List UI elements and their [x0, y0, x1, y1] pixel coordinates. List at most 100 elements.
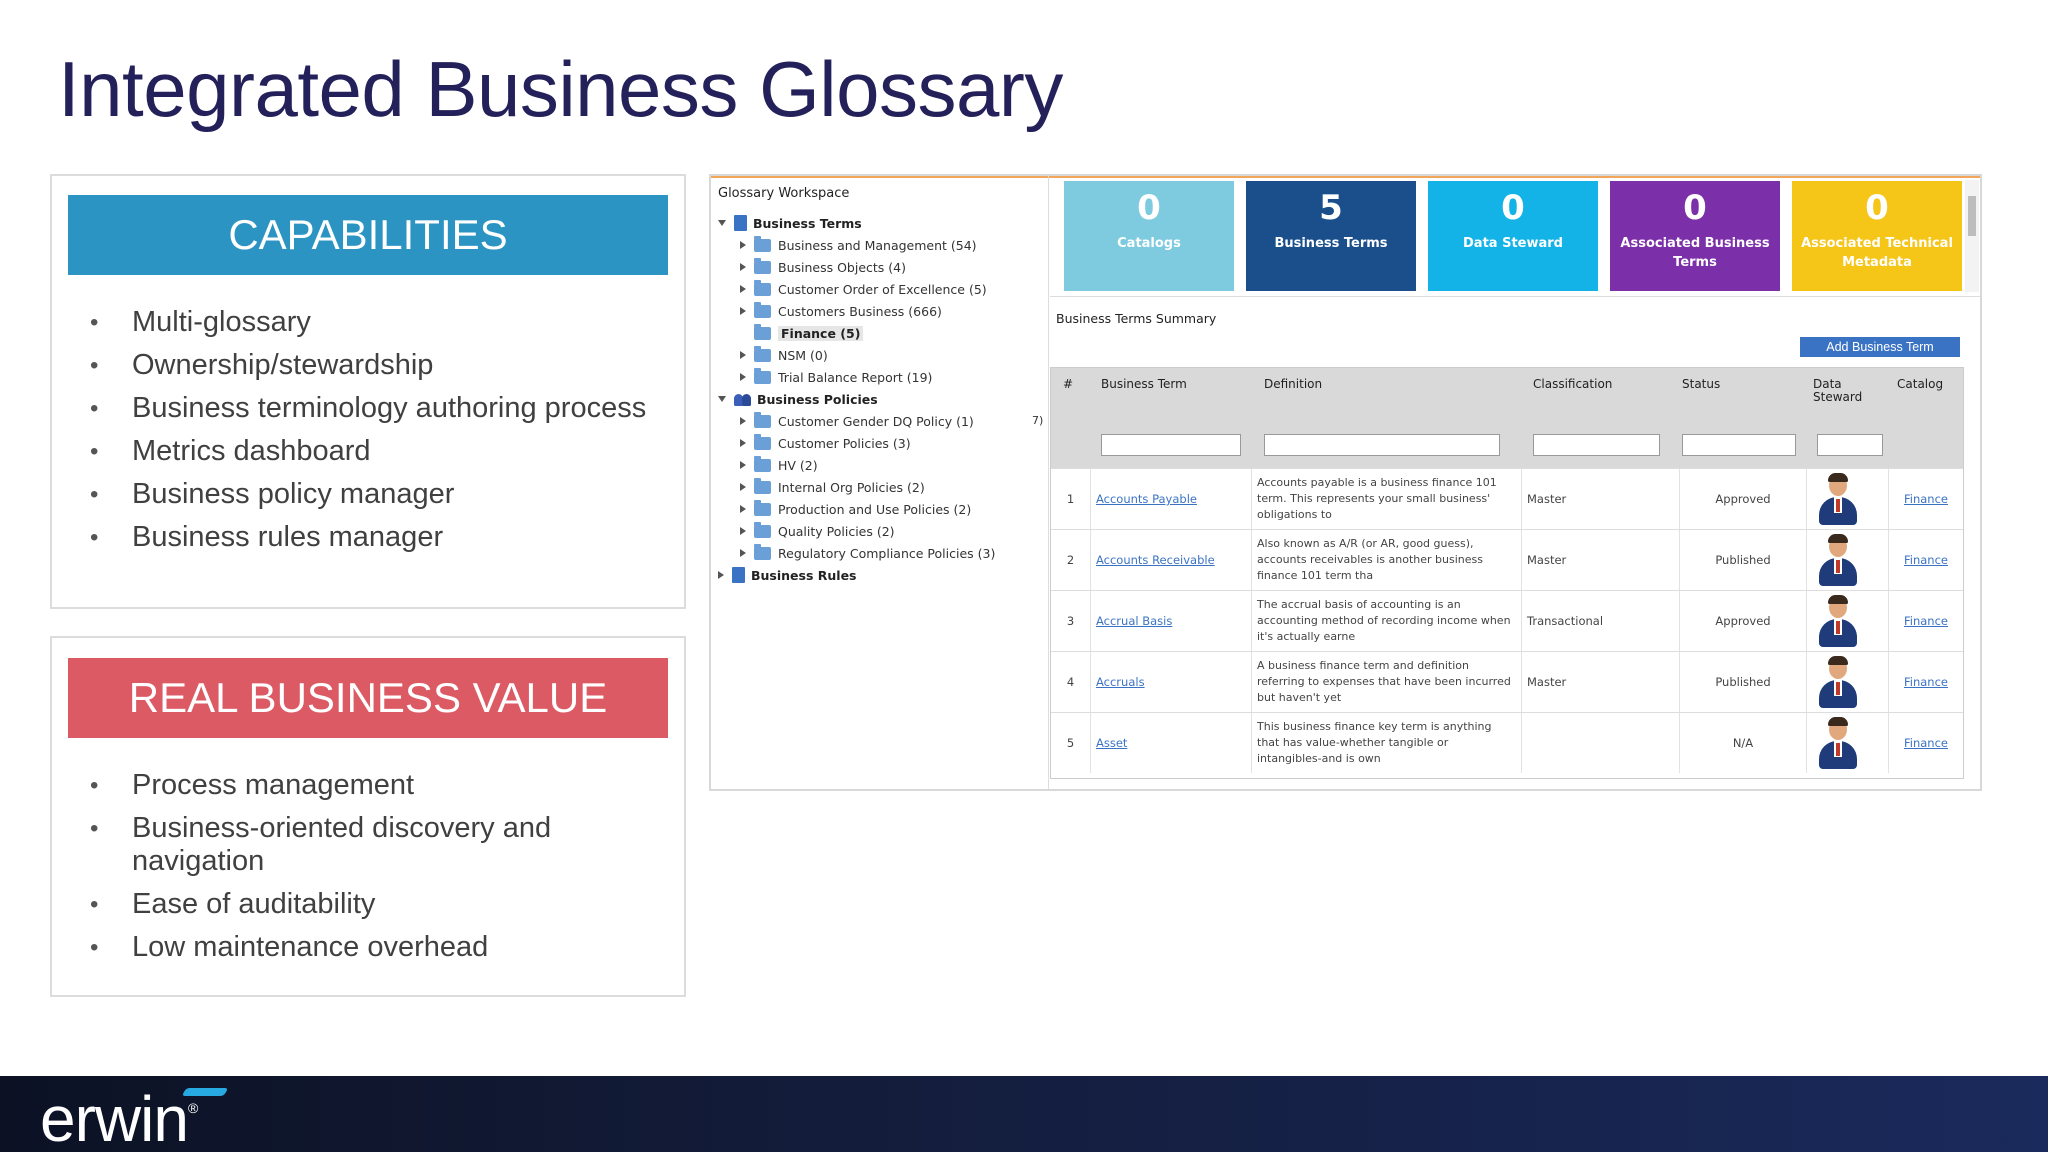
summary-title: Business Terms Summary [1056, 311, 1217, 326]
tree-node-business-policies[interactable]: Business Policies [718, 389, 878, 409]
steward-avatar[interactable] [1816, 717, 1860, 769]
filter-term-input[interactable] [1101, 434, 1241, 456]
col-header-definition[interactable]: Definition [1264, 378, 1322, 391]
steward-avatar[interactable] [1816, 534, 1860, 586]
value-heading: REAL BUSINESS VALUE [68, 658, 668, 738]
metric-card-catalogs[interactable]: 0 Catalogs [1064, 181, 1234, 291]
cell-term: Asset [1091, 713, 1252, 773]
folder-icon [754, 455, 771, 472]
tree-node-item[interactable]: NSM (0) [740, 345, 828, 365]
chevron-right-icon[interactable] [740, 505, 746, 513]
filter-steward-input[interactable] [1817, 434, 1883, 456]
logo-text: erwin [40, 1083, 189, 1152]
tree-node-label: Business and Management (54) [778, 237, 977, 253]
tree-node-item[interactable]: Production and Use Policies (2) [740, 499, 971, 519]
tree-node-item[interactable]: Internal Org Policies (2) [740, 477, 925, 497]
filter-status-input[interactable] [1682, 434, 1796, 456]
chevron-right-icon[interactable] [718, 571, 724, 579]
catalog-link[interactable]: Finance [1904, 675, 1948, 689]
catalog-link[interactable]: Finance [1904, 736, 1948, 750]
term-link[interactable]: Asset [1096, 736, 1127, 750]
capabilities-list: Multi-glossary Ownership/stewardship Bus… [90, 306, 664, 564]
cell-term: Accounts Payable [1091, 469, 1252, 529]
catalog-link[interactable]: Finance [1904, 614, 1948, 628]
tree-node-label: Business Objects (4) [778, 259, 906, 275]
catalog-link[interactable]: Finance [1904, 553, 1948, 567]
term-link[interactable]: Accounts Receivable [1096, 553, 1215, 567]
tree-node-item[interactable]: Regulatory Compliance Policies (3) [740, 543, 995, 563]
tree-node-business-rules[interactable]: Business Rules [718, 565, 857, 585]
chevron-right-icon[interactable] [740, 241, 746, 249]
metric-card-business-terms[interactable]: 5 Business Terms [1246, 181, 1416, 291]
add-business-term-button[interactable]: Add Business Term [1800, 337, 1960, 357]
chevron-right-icon[interactable] [740, 549, 746, 557]
steward-avatar[interactable] [1816, 595, 1860, 647]
chevron-right-icon[interactable] [740, 417, 746, 425]
table-row[interactable]: 1 Accounts Payable Accounts payable is a… [1051, 468, 1963, 529]
tree-node-item[interactable]: Customers Business (666) [740, 301, 942, 321]
col-header-status[interactable]: Status [1682, 378, 1720, 391]
tree-node-item[interactable]: Business and Management (54) [740, 235, 977, 255]
tree-node-label: Business Policies [757, 391, 878, 407]
chevron-right-icon[interactable] [740, 439, 746, 447]
table-row[interactable]: 5 Asset This business finance key term i… [1051, 712, 1963, 773]
table-row[interactable]: 2 Accounts Receivable Also known as A/R … [1051, 529, 1963, 590]
cell-definition: Also known as A/R (or AR, good guess), a… [1252, 530, 1522, 590]
cell-catalog: Finance [1889, 713, 1963, 773]
folder-icon [754, 477, 771, 494]
tree-node-label: Finance (5) [778, 325, 864, 341]
metric-label: Associated Technical Metadata [1801, 236, 1953, 270]
cell-classification: Master [1522, 530, 1680, 590]
erwin-logo: erwin® [40, 1082, 198, 1152]
catalog-link[interactable]: Finance [1904, 492, 1948, 506]
tree-node-business-terms[interactable]: Business Terms [718, 213, 862, 233]
chevron-right-icon[interactable] [740, 307, 746, 315]
logo-swoosh-icon [181, 1088, 229, 1096]
chevron-right-icon[interactable] [740, 461, 746, 469]
cell-steward [1807, 652, 1889, 712]
col-header-classification[interactable]: Classification [1533, 378, 1612, 391]
tree-node-item-selected[interactable]: Finance (5) [754, 323, 864, 343]
col-header-term[interactable]: Business Term [1101, 378, 1187, 391]
chevron-right-icon[interactable] [740, 483, 746, 491]
tree-node-item[interactable]: Business Objects (4) [740, 257, 906, 277]
scrollbar-thumb[interactable] [1968, 196, 1976, 236]
col-header-catalog[interactable]: Catalog [1897, 378, 1943, 391]
chevron-right-icon[interactable] [740, 373, 746, 381]
tree-node-item[interactable]: Customer Order of Excellence (5) [740, 279, 987, 299]
chevron-right-icon[interactable] [740, 285, 746, 293]
term-link[interactable]: Accruals [1096, 675, 1145, 689]
tree-node-label: Regulatory Compliance Policies (3) [778, 545, 996, 561]
chevron-down-icon[interactable] [718, 396, 726, 402]
steward-avatar[interactable] [1816, 473, 1860, 525]
table-row[interactable]: 3 Accrual Basis The accrual basis of acc… [1051, 590, 1963, 651]
table-row[interactable]: 4 Accruals A business finance term and d… [1051, 651, 1963, 712]
tree-node-item[interactable]: Customer Policies (3) [740, 433, 911, 453]
tree-node-item[interactable]: Quality Policies (2) [740, 521, 895, 541]
tree-node-item[interactable]: HV (2) [740, 455, 818, 475]
list-item: Multi-glossary [90, 306, 664, 339]
chevron-right-icon[interactable] [740, 263, 746, 271]
slide-title: Integrated Business Glossary [58, 45, 1063, 133]
term-link[interactable]: Accounts Payable [1096, 492, 1197, 506]
tree-node-label: Business Terms [753, 215, 862, 231]
col-header-steward[interactable]: Data Steward [1813, 378, 1862, 404]
cards-scrollbar[interactable] [1965, 180, 1979, 292]
tree-node-item[interactable]: Trial Balance Report (19) [740, 367, 932, 387]
filter-definition-input[interactable] [1264, 434, 1500, 456]
filter-classification-input[interactable] [1533, 434, 1660, 456]
chevron-right-icon[interactable] [740, 351, 746, 359]
metric-card-associated-business-terms[interactable]: 0 Associated Business Terms [1610, 181, 1780, 291]
glossary-app: Glossary Workspace Business Terms Busine… [709, 174, 1982, 791]
list-item: Business rules manager [90, 521, 664, 554]
steward-avatar[interactable] [1816, 656, 1860, 708]
chevron-down-icon[interactable] [718, 220, 726, 226]
tree-node-item[interactable]: Customer Gender DQ Policy (1) [740, 411, 974, 431]
business-terms-table: # Business Term Definition Classificatio… [1050, 367, 1964, 779]
term-link[interactable]: Accrual Basis [1096, 614, 1172, 628]
tree-node-label: Business Rules [751, 567, 857, 583]
metric-card-data-steward[interactable]: 0 Data Steward [1428, 181, 1598, 291]
metric-card-associated-technical-metadata[interactable]: 0 Associated Technical Metadata [1792, 181, 1962, 291]
chevron-right-icon[interactable] [740, 527, 746, 535]
cell-catalog: Finance [1889, 591, 1963, 651]
